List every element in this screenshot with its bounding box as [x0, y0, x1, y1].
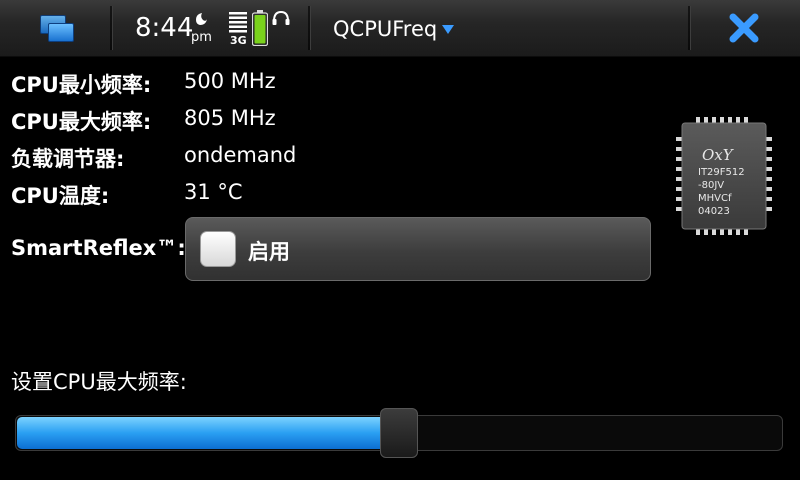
headset-icon: [272, 10, 290, 25]
min-freq-value: 500 MHz: [184, 69, 276, 93]
svg-text:-80JV: -80JV: [698, 180, 724, 191]
ampm-label: pm: [191, 30, 212, 45]
close-icon[interactable]: [728, 12, 760, 44]
battery-icon: [252, 10, 268, 46]
svg-text:MHVCf: MHVCf: [698, 193, 732, 204]
app-title[interactable]: QCPUFreq: [333, 17, 437, 41]
svg-text:IT29F512: IT29F512: [698, 167, 745, 178]
divider: [110, 6, 113, 50]
governor-value: ondemand: [184, 143, 297, 167]
clock: 8:44: [135, 13, 194, 43]
min-freq-label: CPU最小频率:: [11, 73, 152, 97]
smartreflex-label: SmartReflex™:: [11, 236, 186, 260]
menu-arrow-icon[interactable]: [442, 25, 454, 34]
slider-handle[interactable]: [380, 408, 418, 458]
network-type: 3G: [230, 34, 247, 47]
smartreflex-checkbox[interactable]: [200, 231, 236, 267]
svg-text:OxY: OxY: [702, 146, 735, 164]
smartreflex-option-label: 启用: [248, 240, 290, 264]
max-freq-value: 805 MHz: [184, 106, 276, 130]
divider: [688, 6, 691, 50]
temperature-label: CPU温度:: [11, 184, 110, 208]
max-freq-slider[interactable]: [15, 408, 783, 458]
temperature-value: 31 °C: [184, 180, 243, 204]
alarm-icon: [196, 13, 207, 25]
status-bar: 8:44 pm 3G QCPUFreq: [0, 0, 800, 57]
max-freq-label: CPU最大频率:: [11, 110, 152, 134]
smartreflex-toggle[interactable]: 启用: [185, 217, 651, 281]
signal-icon: [229, 12, 247, 33]
task-switcher-icon[interactable]: [38, 13, 78, 45]
max-freq-slider-label: 设置CPU最大频率:: [11, 370, 187, 394]
governor-label: 负载调节器:: [11, 147, 125, 171]
divider: [308, 6, 311, 50]
slider-fill: [17, 417, 398, 449]
svg-text:04023: 04023: [698, 206, 730, 217]
chip-image: OxY IT29F512 -80JV MHVCf 04023: [676, 117, 772, 235]
